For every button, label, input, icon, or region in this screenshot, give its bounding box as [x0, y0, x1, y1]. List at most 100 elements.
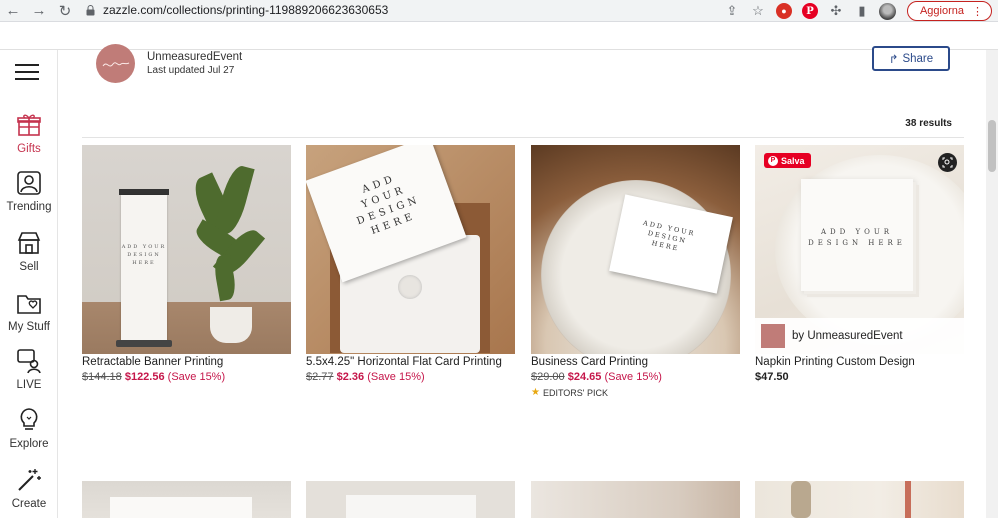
save-percent: (Save 15%): [167, 371, 226, 383]
rail-item-explore[interactable]: Explore: [0, 407, 58, 450]
mock-text: ADD YOUR DESIGN HERE: [642, 218, 697, 253]
update-button[interactable]: Aggiorna ⋮: [906, 1, 992, 21]
back-icon[interactable]: ←: [0, 0, 26, 22]
sale-price: $122.56: [124, 371, 165, 383]
product-image[interactable]: ADD YOUR DESIGN HERE: [531, 145, 740, 354]
product-title[interactable]: Business Card Printing: [531, 356, 740, 368]
rail-label: My Stuff: [8, 321, 50, 333]
profile-button[interactable]: [875, 0, 901, 22]
product-image[interactable]: ADD YOUR DESIGN HERE: [82, 145, 291, 354]
pinterest-pin-icon: P: [768, 155, 778, 166]
rail-item-create[interactable]: Create: [0, 467, 58, 510]
product-card[interactable]: [306, 481, 515, 518]
product-image[interactable]: [531, 481, 740, 518]
creator-name[interactable]: UnmeasuredEvent: [147, 51, 242, 63]
product-price: $29.00 $24.65 (Save 15%): [531, 371, 740, 383]
store-icon: [17, 232, 41, 254]
product-card[interactable]: ADD YOUR DESIGN HERE Retractable Banner …: [82, 145, 291, 383]
share-label: Share: [902, 52, 934, 65]
mock-text: ADD YOUR DESIGN HERE: [808, 228, 906, 247]
extension-red-icon: ●: [775, 3, 792, 19]
original-price: $2.77: [306, 371, 334, 383]
creator-avatar[interactable]: [96, 44, 135, 83]
lock-icon: [86, 4, 95, 15]
extension-red-button[interactable]: ●: [771, 0, 797, 22]
results-divider: [82, 137, 964, 138]
product-card[interactable]: ADD YOUR DESIGN HERE Business Card Print…: [531, 145, 740, 398]
lightbulb-icon: [20, 408, 38, 430]
results-count: 38 results: [905, 118, 952, 129]
creator-byline[interactable]: by UnmeasuredEvent: [755, 318, 964, 354]
product-image[interactable]: [82, 481, 291, 518]
gift-icon: [17, 114, 41, 136]
update-label: Aggiorna: [919, 5, 964, 17]
product-title[interactable]: 5.5x4.25" Horizontal Flat Card Printing: [306, 356, 515, 368]
rail-item-live[interactable]: LIVE: [0, 348, 58, 391]
product-title[interactable]: Napkin Printing Custom Design: [755, 356, 964, 368]
header-divider: [0, 49, 998, 50]
save-percent: (Save 15%): [367, 371, 425, 383]
product-card[interactable]: ADD YOUR DESIGN HERE 5.5x4.25" Horizonta…: [306, 145, 515, 383]
original-price: $144.18: [82, 371, 122, 383]
star-badge-icon: ★: [531, 387, 540, 398]
pinterest-save-button[interactable]: P Salva: [764, 153, 811, 168]
byline-text: by UnmeasuredEvent: [792, 330, 903, 342]
product-card[interactable]: [531, 481, 740, 518]
forward-icon[interactable]: →: [26, 0, 52, 22]
mock-text: ADD YOUR DESIGN HERE: [121, 244, 167, 266]
pinterest-icon: P: [801, 3, 818, 19]
share-arrow-icon: ↱: [888, 53, 899, 66]
visual-search-icon[interactable]: [938, 153, 957, 172]
rail-item-gifts[interactable]: Gifts: [0, 112, 58, 155]
product-price: $47.50: [755, 371, 964, 383]
pin-save-label: Salva: [781, 155, 805, 166]
editors-pick-badge: ★ EDITORS' PICK: [531, 387, 740, 398]
left-rail: Gifts Trending Sell My Stuff LIVE Explor…: [0, 50, 58, 518]
product-image[interactable]: [755, 481, 964, 518]
magic-wand-icon: [18, 469, 41, 491]
pinterest-extension-button[interactable]: P: [797, 0, 823, 22]
rail-label: Gifts: [17, 143, 41, 155]
url-text: zazzle.com/collections/printing-11988920…: [103, 3, 389, 17]
product-card[interactable]: ADD YOUR DESIGN HERE P Salva by Unmeasur…: [755, 145, 964, 383]
mock-text: ADD YOUR DESIGN HERE: [355, 173, 423, 238]
rail-label: Create: [11, 498, 47, 510]
rail-label: LIVE: [16, 379, 42, 391]
address-bar[interactable]: zazzle.com/collections/printing-11988920…: [86, 3, 388, 17]
share-button[interactable]: ↱ Share: [872, 46, 950, 71]
scroll-thumb[interactable]: [988, 120, 996, 172]
product-image[interactable]: [306, 481, 515, 518]
creator-thumbnail: [761, 324, 785, 348]
page-scrollbar[interactable]: [986, 50, 998, 518]
star-icon[interactable]: ☆: [745, 0, 771, 22]
profile-avatar: [879, 2, 897, 20]
original-price: $29.00: [531, 371, 565, 383]
product-price: $2.77 $2.36 (Save 15%): [306, 371, 515, 383]
sale-price: $24.65: [567, 371, 602, 383]
share-page-icon[interactable]: ⇪: [719, 0, 745, 22]
price: $47.50: [755, 371, 789, 383]
creator-logo-icon: [102, 61, 129, 66]
product-title[interactable]: Retractable Banner Printing: [82, 356, 291, 368]
rail-label: Sell: [19, 261, 39, 273]
save-percent: (Save 15%): [604, 371, 662, 383]
rail-item-sell[interactable]: Sell: [0, 230, 58, 273]
browser-toolbar: ← → ↻ zazzle.com/collections/printing-11…: [0, 0, 998, 22]
folder-heart-icon: [17, 295, 41, 314]
sale-price: $2.36: [336, 371, 365, 383]
product-card[interactable]: [755, 481, 964, 518]
rail-label: Trending: [6, 201, 52, 213]
rail-item-trending[interactable]: Trending: [0, 170, 58, 213]
reload-icon[interactable]: ↻: [52, 0, 78, 22]
product-price: $144.18 $122.56 (Save 15%): [82, 371, 291, 383]
product-image[interactable]: ADD YOUR DESIGN HERE P Salva by Unmeasur…: [755, 145, 964, 354]
product-image[interactable]: ADD YOUR DESIGN HERE: [306, 145, 515, 354]
live-chat-icon: [17, 349, 41, 374]
rail-item-my-stuff[interactable]: My Stuff: [0, 290, 58, 333]
puzzle-icon[interactable]: ✣: [823, 0, 849, 22]
hamburger-menu-icon[interactable]: [15, 64, 39, 80]
editors-pick-label: EDITORS' PICK: [542, 387, 609, 398]
sidebar-icon[interactable]: ▮: [849, 0, 875, 22]
product-card[interactable]: [82, 481, 291, 518]
kebab-menu-icon: ⋮: [972, 5, 983, 18]
